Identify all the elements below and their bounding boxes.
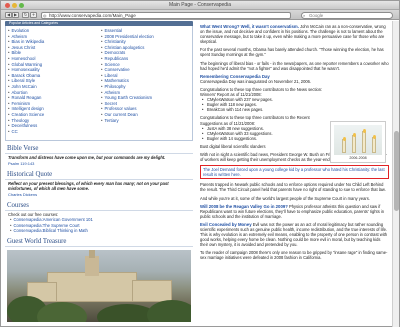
- forward-arrow-icon[interactable]: ▶: [12, 12, 19, 18]
- left-column: Popular Articles and Categories Evolutio…: [5, 21, 193, 327]
- reload-icon[interactable]: ↻: [22, 12, 29, 18]
- image-caption: 2006-2008: [349, 156, 367, 160]
- topics-column-2: Essential2008 Presidential electionChris…: [101, 28, 186, 123]
- bible-verse-text: Transform and distress have come upon me…: [8, 155, 166, 160]
- courses-list: Conservapedia:American Government 101Con…: [5, 217, 193, 233]
- winner-item[interactable]: BreakCon with 114 new pages.: [198, 107, 330, 112]
- globe-icon: ◍: [43, 13, 47, 18]
- course-link[interactable]: Conservapedia:Biblical Thinking in Math: [5, 228, 193, 233]
- congrats-text-2: Congratulations to these top three contr…: [200, 115, 310, 126]
- news-text-5: Parents trapped in Newark public schools…: [200, 182, 386, 193]
- topic-link[interactable]: CC: [8, 129, 93, 135]
- search-icon: ⌕: [303, 12, 306, 18]
- news-text-6: And while you're at it, some of the worl…: [200, 195, 370, 201]
- winners-list-1: CMylesWatson with 237 new pages.Bugler w…: [198, 97, 330, 112]
- news-text-3: The beginnings of liberal bias - or fail…: [200, 60, 389, 71]
- topics-box: EvolutionAtheismBias in WikipediaJesus C…: [5, 26, 193, 141]
- topics-column-1: EvolutionAtheismBias in WikipediaJesus C…: [8, 28, 93, 134]
- back-arrow-icon[interactable]: ◀: [5, 12, 12, 18]
- winners-list-2: JustA with 38 new suggestions.CMylesWats…: [198, 126, 330, 141]
- browser-window: Main Page - Conservapedia ◀ ▶ ↻ + http:/…: [0, 0, 400, 327]
- historical-quote-heading: Historical Quote: [5, 171, 193, 181]
- guest-treasure-heading: Guest World Treasure: [5, 238, 193, 247]
- anniversary-image[interactable]: 2006-2008: [330, 121, 386, 163]
- historical-quote-author[interactable]: Charles Dickens: [5, 191, 193, 198]
- browser-toolbar: ◀ ▶ ↻ + http://www.conservapedia.com/Mai…: [1, 10, 399, 20]
- vertical-scrollbar[interactable]: [392, 21, 399, 327]
- search-input[interactable]: Google: [301, 11, 393, 19]
- add-bookmark-icon[interactable]: +: [30, 12, 37, 18]
- highlight-text[interactable]: The Joel Demand forced upon a young coll…: [203, 167, 386, 177]
- bible-verse-ref[interactable]: Psalm 119:143: [5, 160, 193, 167]
- page-content: Popular Articles and Categories Evolutio…: [2, 21, 392, 327]
- candles-photo: [334, 125, 382, 155]
- highlight-box: The Joel Demand forced upon a young coll…: [200, 165, 389, 180]
- suggestion-winner-item[interactable]: Bugler with 14 suggestions.: [198, 136, 330, 141]
- courses-heading: Courses: [5, 202, 193, 212]
- remember-text: Conservapedia Day was inaugurated on Nov…: [200, 78, 312, 84]
- news-text-9: To the reader of campaign 2008 there's o…: [200, 250, 388, 261]
- scrollbar-thumb[interactable]: [394, 131, 399, 211]
- title-bar[interactable]: Main Page - Conservapedia: [1, 1, 399, 10]
- address-bar[interactable]: http://www.conservapedia.com/Main_Page: [41, 11, 291, 19]
- news-text-2: For the past several months, Obama has b…: [200, 47, 384, 58]
- right-column: What Went Wrong? Well, it wasn't conserv…: [198, 21, 391, 327]
- topic-link[interactable]: Tertiary: [101, 118, 186, 124]
- window-title: Main Page - Conservapedia: [169, 2, 231, 8]
- world-treasure-photo: [7, 249, 191, 322]
- bible-verse-heading: Bible Verse: [5, 145, 193, 154]
- historical-quote-text: Reflect on your present blessings, of wh…: [8, 181, 169, 192]
